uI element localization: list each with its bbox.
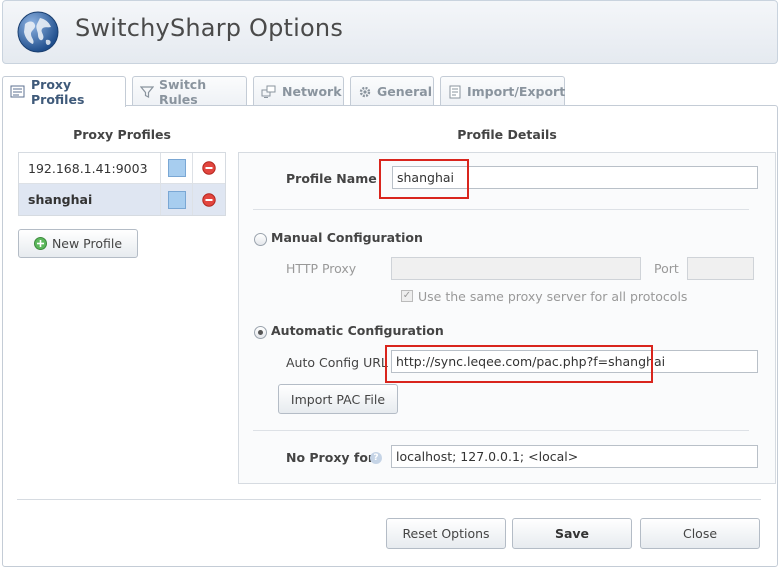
add-icon xyxy=(33,237,47,250)
same-proxy-checkbox[interactable]: ✓ xyxy=(401,290,413,302)
tab-proxy-profiles[interactable]: Proxy Profiles xyxy=(2,76,126,107)
new-profile-button[interactable]: New Profile xyxy=(18,229,138,258)
tab-label: Proxy Profiles xyxy=(31,77,85,107)
auto-config-url-label: Auto Config URL xyxy=(286,355,388,370)
manual-config-radio[interactable] xyxy=(254,233,267,246)
delete-icon[interactable] xyxy=(202,192,216,207)
tab-general[interactable]: General xyxy=(350,76,434,106)
tab-switch-rules[interactable]: Switch Rules xyxy=(132,76,247,107)
network-icon xyxy=(261,85,276,98)
footer-divider xyxy=(17,499,761,500)
profile-name[interactable]: shanghai xyxy=(19,184,161,215)
import-pac-button[interactable]: Import PAC File xyxy=(278,384,398,414)
new-profile-label: New Profile xyxy=(51,236,123,251)
details-section-title: Profile Details xyxy=(457,127,557,142)
app-title: SwitchySharp Options xyxy=(75,14,344,42)
help-icon[interactable]: ? xyxy=(370,452,382,464)
profiles-section-title: Proxy Profiles xyxy=(73,127,171,142)
color-swatch[interactable] xyxy=(167,159,186,177)
delete-profile-cell[interactable] xyxy=(193,184,225,215)
filter-icon xyxy=(140,85,154,98)
document-icon xyxy=(449,85,461,98)
automatic-config-radio[interactable] xyxy=(254,326,267,339)
profile-row[interactable]: 192.168.1.41:9003 xyxy=(19,153,225,184)
tab-label: Network xyxy=(282,84,342,99)
delete-profile-cell[interactable] xyxy=(193,153,225,183)
highlight-box xyxy=(379,159,469,199)
profile-details: Profile Name shanghai Manual Configurati… xyxy=(238,152,776,484)
same-proxy-label: Use the same proxy server for all protoc… xyxy=(418,289,688,304)
automatic-config-label: Automatic Configuration xyxy=(271,323,444,338)
reset-options-button[interactable]: Reset Options xyxy=(386,518,506,549)
save-button[interactable]: Save xyxy=(512,518,632,549)
profile-color-cell[interactable] xyxy=(161,153,193,183)
no-proxy-field[interactable]: localhost; 127.0.0.1; <local> xyxy=(391,445,758,468)
tab-label: Switch Rules xyxy=(159,76,207,107)
profile-name-label: Profile Name xyxy=(286,171,377,186)
tab-label: General xyxy=(377,84,432,99)
port-field[interactable] xyxy=(687,257,754,280)
tab-import-export[interactable]: Import/Export xyxy=(440,76,565,106)
close-button[interactable]: Close xyxy=(640,518,760,549)
tab-network[interactable]: Network xyxy=(253,76,344,106)
http-proxy-field[interactable] xyxy=(391,257,641,280)
profiles-icon xyxy=(10,85,25,98)
delete-icon[interactable] xyxy=(202,161,216,175)
divider xyxy=(253,209,749,210)
manual-config-label: Manual Configuration xyxy=(271,230,423,245)
profile-name[interactable]: 192.168.1.41:9003 xyxy=(19,153,161,183)
profiles-list: 192.168.1.41:9003 shanghai xyxy=(18,152,226,216)
profile-row-selected[interactable]: shanghai xyxy=(19,184,225,215)
globe-icon xyxy=(17,11,59,53)
highlight-box xyxy=(385,345,653,383)
gear-icon xyxy=(359,86,371,97)
profile-color-cell[interactable] xyxy=(161,184,193,215)
proxy-profiles-panel: Proxy Profiles 192.168.1.41:9003 shangha… xyxy=(2,105,778,567)
divider xyxy=(253,430,749,431)
no-proxy-label: No Proxy for xyxy=(286,450,375,465)
http-proxy-label: HTTP Proxy xyxy=(286,261,357,276)
tab-label: Import/Export xyxy=(467,84,566,99)
app-header: SwitchySharp Options xyxy=(2,0,778,64)
color-swatch[interactable] xyxy=(167,190,186,209)
port-label: Port xyxy=(654,261,679,276)
